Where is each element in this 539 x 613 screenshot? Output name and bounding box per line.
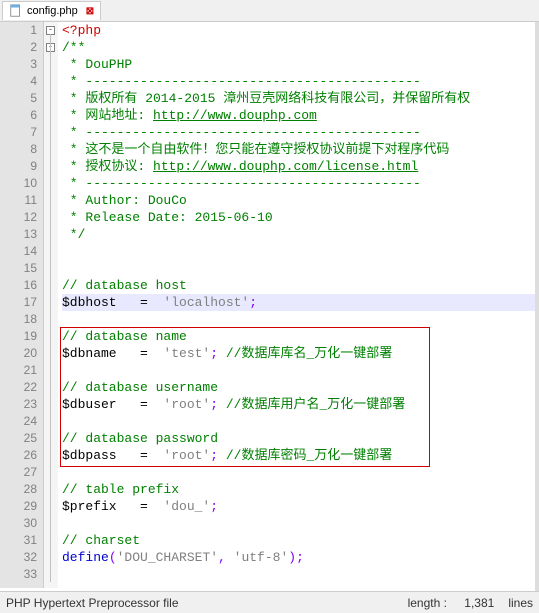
tab-filename: config.php bbox=[27, 5, 78, 17]
code-area[interactable]: <?php /** * DouPHP * -------------------… bbox=[58, 22, 539, 588]
file-type-label: PHP Hypertext Preprocessor file bbox=[6, 596, 179, 610]
file-icon bbox=[9, 4, 23, 18]
line-number-gutter: 1234567891011121314151617181920212223242… bbox=[0, 22, 44, 588]
tab-bar: config.php ⊠ bbox=[0, 0, 539, 22]
highlight-box bbox=[60, 327, 430, 467]
fold-column: - - bbox=[44, 22, 58, 588]
close-icon[interactable]: ⊠ bbox=[86, 6, 94, 17]
lines-indicator: lines bbox=[508, 596, 533, 610]
file-tab[interactable]: config.php ⊠ bbox=[2, 1, 101, 20]
scrollbar[interactable] bbox=[535, 22, 539, 591]
editor[interactable]: 1234567891011121314151617181920212223242… bbox=[0, 22, 539, 588]
length-indicator: length : 1,381 bbox=[394, 596, 495, 610]
status-bar: PHP Hypertext Preprocessor file length :… bbox=[0, 591, 539, 613]
